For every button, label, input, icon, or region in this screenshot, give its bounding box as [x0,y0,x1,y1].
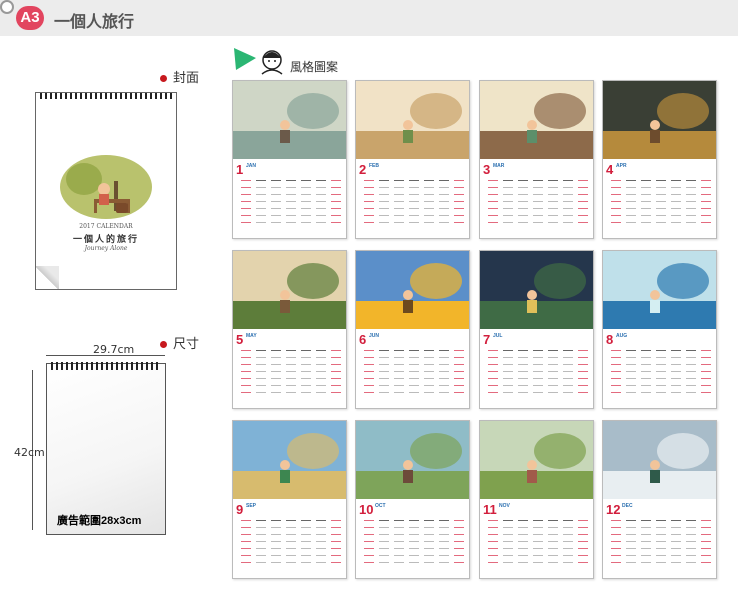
month-name: OCT [375,503,386,509]
month-calendar: 4 APR [602,80,717,239]
cover-subtitle: Journey Alone [84,245,128,252]
month-calendar: 5 MAY [232,250,347,409]
cover-calendar-tag: 2017 CALENDAR [79,223,133,230]
month-calendar: 10 OCT [355,420,470,579]
style-label-text: 風格圖案 [290,60,339,74]
month-name: AUG [616,333,628,339]
month-illustration [356,81,469,159]
date-grid [241,177,341,226]
header-bar: A3 一個人旅行 [0,0,738,36]
month-illustration [603,421,716,499]
month-name: DEC [622,503,633,509]
spiral-binding [51,362,161,370]
month-illustration [480,251,593,329]
cover-calendar: 2017 CALENDAR 一個人的旅行 Journey Alone [35,92,177,290]
month-number: 6 [359,332,367,347]
date-grid [488,177,588,226]
month-illustration [603,81,716,159]
month-calendar: 2 FEB [355,80,470,239]
cover-section-label: 封面 [160,67,199,86]
month-calendar: 7 JUL [479,250,594,409]
month-number: 12 [606,502,621,517]
month-calendar: 12 DEC [602,420,717,579]
month-name: NOV [499,503,510,509]
size-section-label: 尺寸 [160,333,199,352]
height-dimension: 42cm [14,446,45,459]
month-illustration [603,251,716,329]
date-grid [364,177,464,226]
month-number: 7 [483,332,491,347]
cover-title: 一個人的旅行 [72,235,139,245]
month-name: FEB [369,163,379,169]
date-grid [364,347,464,396]
month-name: JAN [246,163,257,169]
month-calendar: 3 MAR [479,80,594,239]
month-number: 2 [359,162,367,177]
date-grid [611,347,711,396]
cover-illustration [60,155,152,219]
month-number: 3 [483,162,491,177]
date-grid [611,517,711,566]
red-dot-icon [160,341,167,348]
month-illustration [356,251,469,329]
month-number: 4 [606,162,614,177]
month-name: APR [616,163,627,169]
month-illustration [233,81,346,159]
date-grid [241,517,341,566]
month-illustration [233,251,346,329]
month-illustration [233,421,346,499]
size-calendar-blank: 廣告範圍28x3cm [46,362,166,535]
product-badge: A3 [16,6,44,30]
ad-area-label: 廣告範圍28x3cm [57,515,142,527]
month-illustration [356,421,469,499]
date-grid [611,177,711,226]
corner-ring-icon [0,0,14,14]
month-name: MAR [493,163,505,169]
width-dimension-line [46,355,165,356]
month-calendar: 8 AUG [602,250,717,409]
girl-flag-icon [234,48,283,75]
month-calendar: 1 JAN [232,80,347,239]
month-number: 5 [236,332,244,347]
page-curl [36,266,59,289]
month-name: MAY [246,333,257,339]
date-grid [241,347,341,396]
month-calendar: 11 NOV [479,420,594,579]
month-illustration [480,81,593,159]
month-number: 1 [236,162,244,177]
month-number: 11 [483,502,497,517]
month-calendar: 6 JUN [355,250,470,409]
month-calendar: 9 SEP [232,420,347,579]
style-section-label: 風格圖案 [232,44,338,78]
date-grid [488,347,588,396]
month-number: 8 [606,332,614,347]
date-grid [488,517,588,566]
month-number: 9 [236,502,244,517]
month-number: 10 [359,502,374,517]
date-grid [364,517,464,566]
month-illustration [480,421,593,499]
month-name: SEP [246,503,257,509]
spiral-binding [40,93,172,99]
red-dot-icon [160,75,167,82]
month-name: JUN [369,333,380,339]
page-title: 一個人旅行 [54,12,135,31]
month-name: JUL [493,333,503,339]
